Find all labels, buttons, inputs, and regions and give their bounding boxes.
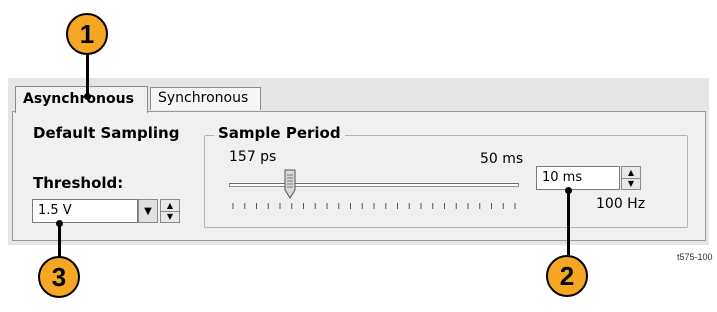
tab-asynchronous[interactable]: Asynchronous bbox=[15, 86, 148, 113]
slider-min-label: 157 ps bbox=[229, 149, 277, 165]
tab-synchronous[interactable]: Synchronous bbox=[150, 87, 261, 110]
callout-2-leader bbox=[567, 190, 570, 256]
figure-code: t575-100 bbox=[677, 252, 713, 262]
slider-thumb[interactable] bbox=[284, 169, 296, 199]
sample-period-title: Sample Period bbox=[214, 124, 345, 142]
threshold-dropdown-button[interactable]: ▼ bbox=[138, 199, 158, 223]
tab-asynchronous-label: Asynchronous bbox=[23, 91, 134, 107]
default-sampling-label: Default Sampling bbox=[33, 124, 180, 142]
sample-period-value: 10 ms bbox=[542, 170, 583, 185]
spin-down-icon[interactable]: ▼ bbox=[161, 211, 179, 222]
callout-2: 2 bbox=[546, 255, 588, 297]
chevron-down-icon: ▼ bbox=[144, 205, 152, 217]
tab-synchronous-label: Synchronous bbox=[158, 90, 249, 106]
threshold-value: 1.5 V bbox=[38, 203, 72, 218]
sample-period-spinner[interactable]: ▲ ▼ bbox=[621, 166, 641, 190]
callout-3: 3 bbox=[38, 256, 80, 298]
slider-ticks bbox=[232, 203, 516, 209]
threshold-label: Threshold: bbox=[33, 174, 124, 192]
callout-1: 1 bbox=[66, 13, 108, 55]
slider-max-label: 50 ms bbox=[480, 151, 524, 167]
callout-3-leader bbox=[58, 223, 61, 258]
threshold-spinner[interactable]: ▲ ▼ bbox=[160, 199, 180, 223]
threshold-select[interactable]: 1.5 V bbox=[32, 199, 138, 223]
spin-down-icon[interactable]: ▼ bbox=[622, 178, 640, 189]
callout-1-leader bbox=[86, 54, 89, 95]
callout-1-dot bbox=[84, 93, 91, 100]
sample-period-input[interactable]: 10 ms bbox=[536, 166, 620, 190]
sample-period-slider-track[interactable] bbox=[229, 183, 519, 187]
frequency-readout: 100 Hz bbox=[596, 196, 646, 212]
